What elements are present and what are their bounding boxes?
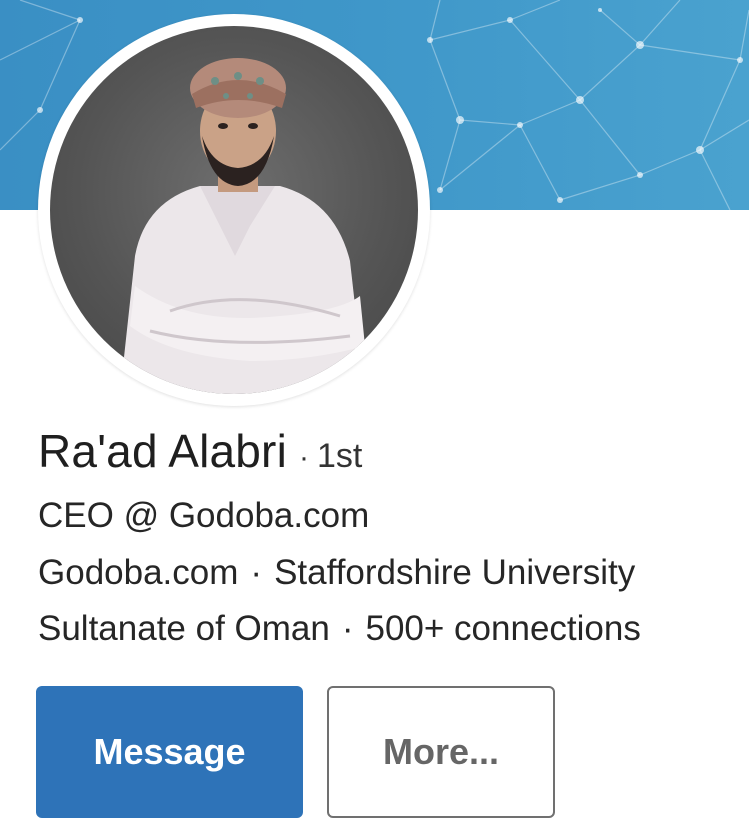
profile-location-connections: Sultanate of Oman · 500+ connections [38,609,641,649]
profile-location: Sultanate of Oman [38,609,330,648]
profile-photo-icon [120,58,365,394]
separator: · [250,553,263,592]
profile-headline: CEO @ Godoba.com [38,496,370,535]
separator: · [341,609,354,648]
avatar[interactable] [50,26,418,394]
profile-school[interactable]: Staffordshire University [274,553,635,592]
avatar-frame[interactable] [38,14,430,406]
connection-degree-badge: 1st [317,437,363,475]
message-button[interactable]: Message [36,686,303,818]
profile-connections[interactable]: 500+ connections [366,609,641,648]
profile-name-row: Ra'ad Alabri · 1st [38,424,362,484]
profile-card: Ra'ad Alabri · 1st CEO @ Godoba.com Godo… [0,0,749,821]
profile-name: Ra'ad Alabri [38,425,287,477]
profile-company[interactable]: Godoba.com [38,553,238,592]
degree-separator: · [299,441,309,474]
profile-company-school: Godoba.com · Staffordshire University [38,553,635,593]
more-button[interactable]: More... [327,686,555,818]
